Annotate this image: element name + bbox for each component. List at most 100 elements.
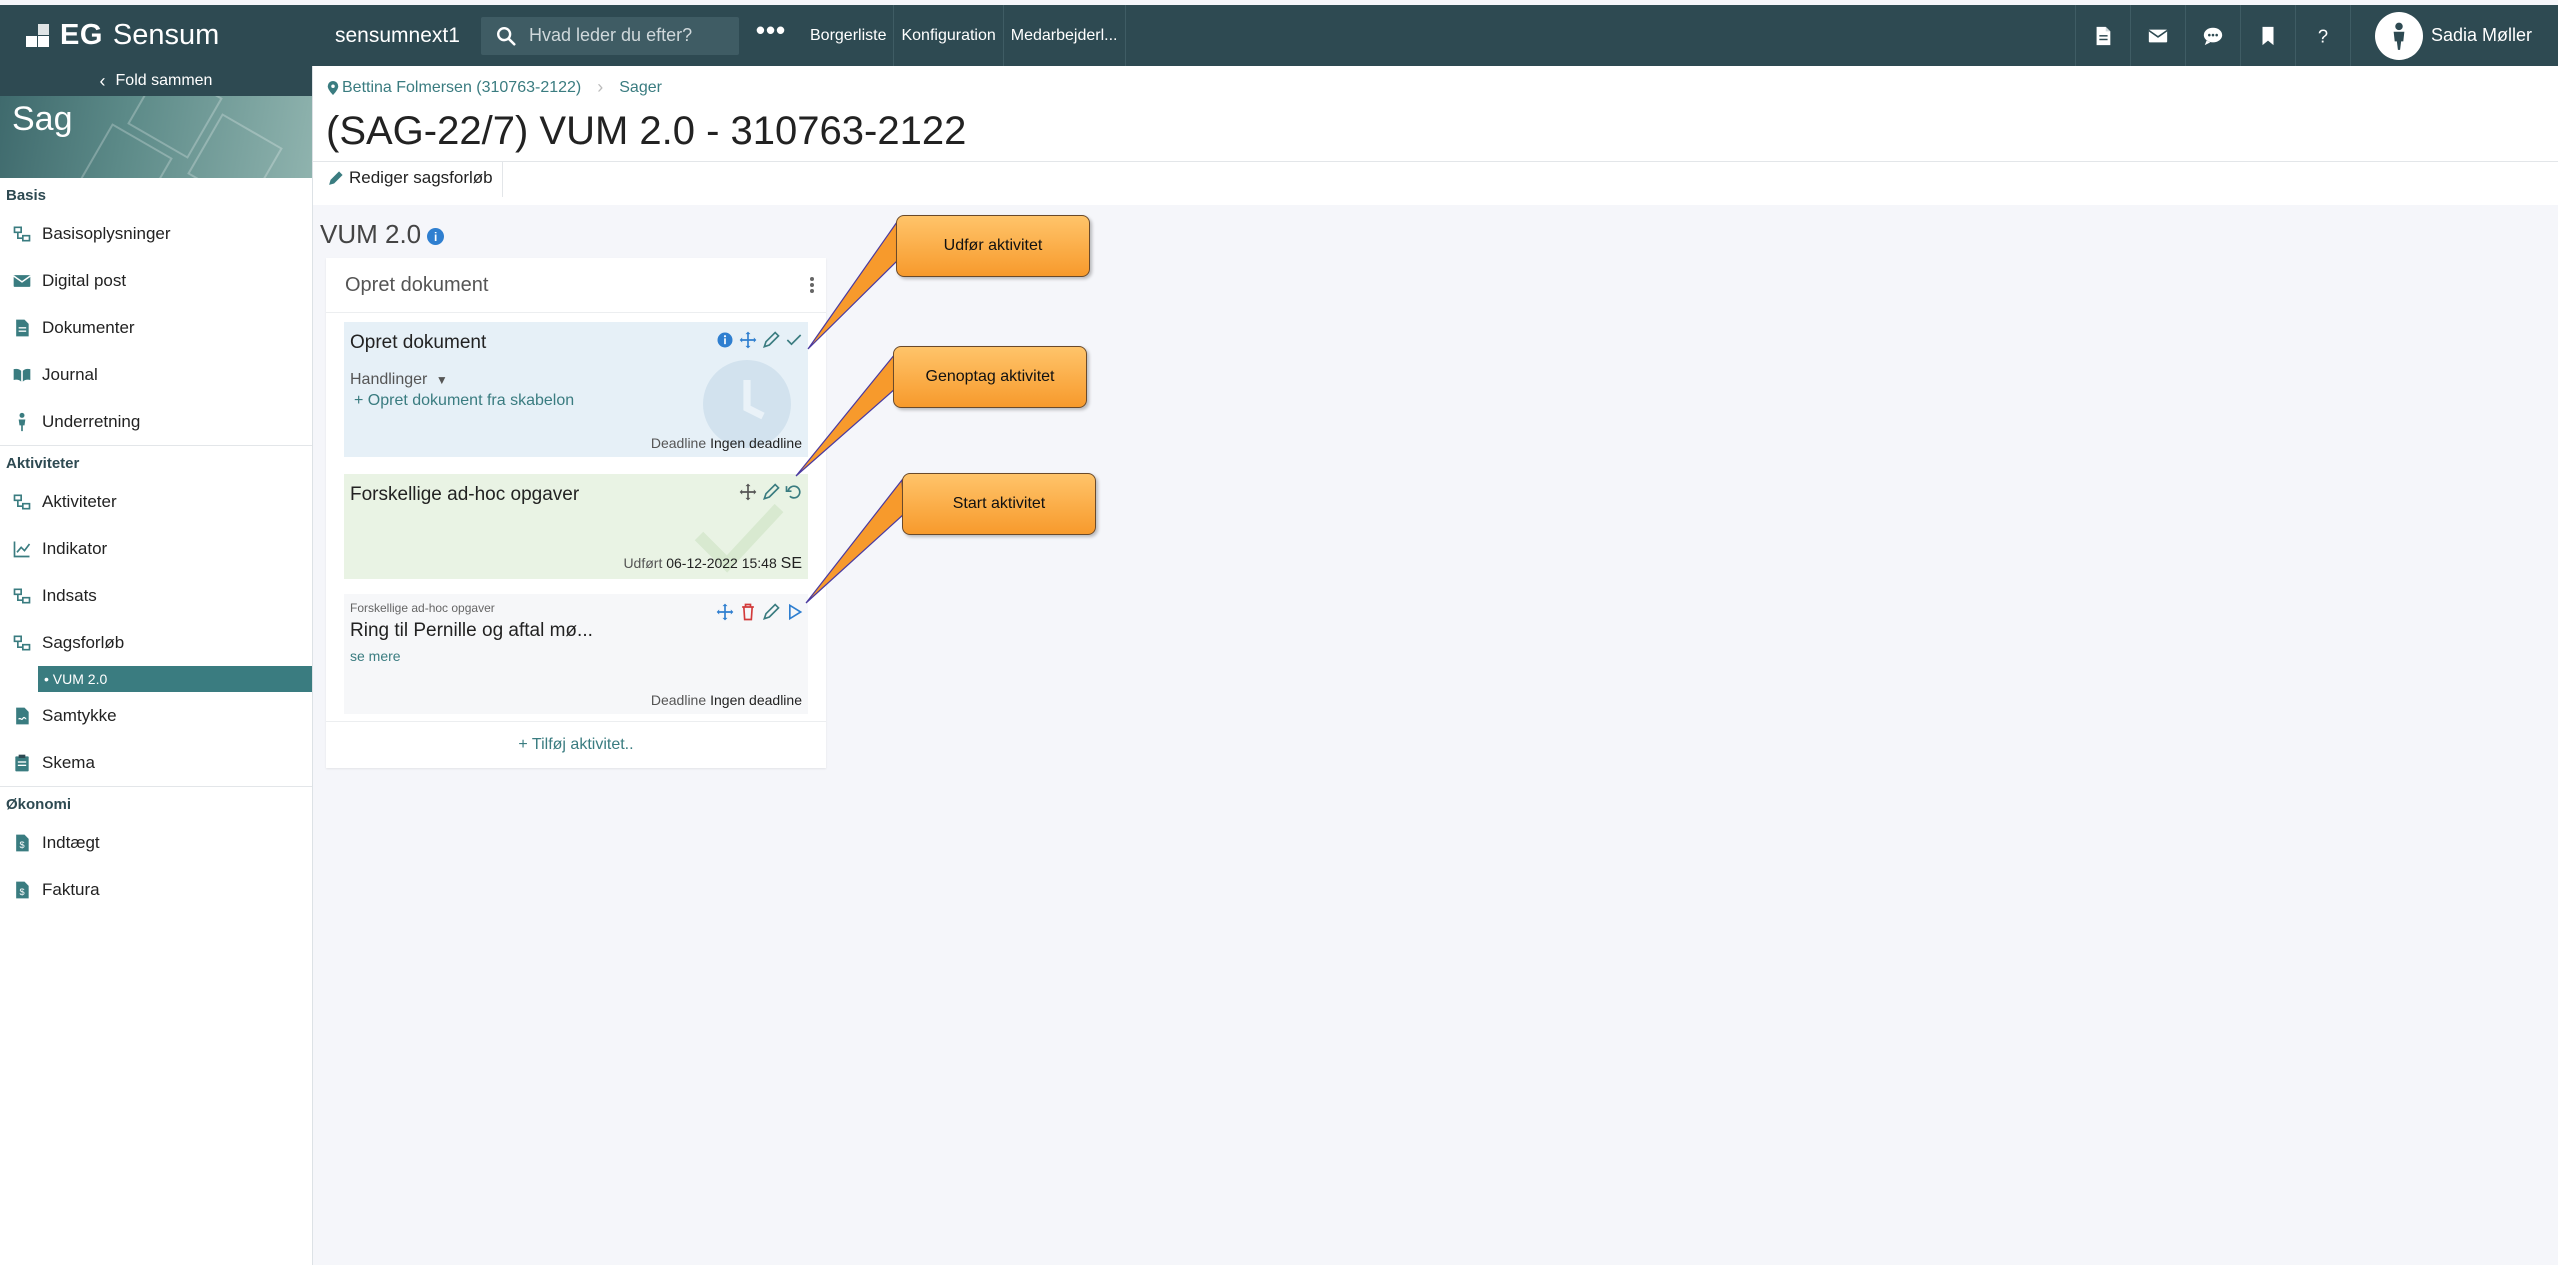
money-document-icon: $: [16, 881, 29, 898]
sidebar-item-aktiviteter[interactable]: Aktiviteter: [0, 478, 312, 525]
toolbar-divider: [502, 162, 503, 197]
bookmark-icon: [2262, 26, 2274, 45]
user-name: Sadia Møller: [2430, 25, 2532, 45]
edit-flow-button[interactable]: Rediger sagsforløb: [327, 168, 493, 188]
search-placeholder: Hvad leder du efter?: [529, 25, 693, 45]
tenant-name[interactable]: sensumnext1: [313, 24, 481, 48]
more-menu-button[interactable]: •••: [739, 15, 803, 46]
mail-button[interactable]: [2129, 5, 2185, 66]
completed-initials: SE: [780, 555, 802, 572]
breadcrumb-person[interactable]: Bettina Folmersen (310763-2122): [342, 79, 581, 97]
sidebar-item-label: Indsats: [42, 585, 97, 605]
mail-icon: [2148, 29, 2168, 42]
app-logo[interactable]: EG Sensum: [0, 5, 313, 66]
kebab-menu-icon[interactable]: [810, 275, 816, 295]
money-document-icon: $: [16, 834, 29, 851]
sidebar-item-indikator[interactable]: Indikator: [0, 525, 312, 572]
map-pin-icon: [327, 80, 339, 95]
document-icon: [2096, 26, 2111, 45]
tree-icon: [13, 226, 31, 241]
page-header: Bettina Folmersen (310763-2122) › Sager …: [313, 66, 2558, 205]
sidebar-item-dokumenter[interactable]: Dokumenter: [0, 304, 312, 351]
sidebar-hero: Sag: [0, 96, 312, 178]
main-content: Bettina Folmersen (310763-2122) › Sager …: [313, 66, 2558, 1265]
move-icon[interactable]: [738, 330, 758, 350]
sidebar: ‹ Fold sammen Sag Basis Basisoplysninger…: [0, 66, 313, 1265]
activity-card[interactable]: Forskellige ad-hoc opgaver Ring til Pern…: [344, 594, 808, 714]
breadcrumb: Bettina Folmersen (310763-2122) › Sager: [327, 77, 662, 98]
search-input[interactable]: Hvad leder du efter?: [481, 16, 739, 55]
deadline-label: Deadline: [650, 435, 707, 451]
completed-label: Udført: [623, 555, 663, 571]
help-button[interactable]: ?: [2294, 5, 2350, 66]
sidebar-item-label: Digital post: [42, 270, 127, 290]
card-subtitle: Forskellige ad-hoc opgaver: [350, 601, 495, 615]
nav-medarbejder[interactable]: Medarbejderl...: [1004, 5, 1126, 66]
sidebar-item-label: Samtykke: [42, 705, 117, 725]
completed-date: 06-12-2022 15:48: [666, 555, 777, 571]
completed-info: Udført 06-12-2022 15:48 SE: [623, 555, 802, 573]
sidebar-item-underretning[interactable]: Underretning: [0, 398, 312, 445]
see-more-link[interactable]: se mere: [350, 648, 401, 664]
section-basis: Basis: [6, 187, 47, 204]
move-icon[interactable]: [738, 482, 758, 502]
tree-icon: [13, 588, 31, 603]
sidebar-item-label: Underretning: [42, 411, 141, 431]
pencil-icon[interactable]: [761, 602, 781, 622]
logo-mark-icon: [26, 23, 50, 48]
clipboard-icon: [15, 754, 29, 771]
pencil-icon[interactable]: [761, 330, 781, 350]
sidebar-item-indsats[interactable]: Indsats: [0, 572, 312, 619]
page-title: (SAG-22/7) VUM 2.0 - 310763-2122: [326, 109, 967, 153]
activity-card[interactable]: Forskellige ad-hoc opgaver Udført 06-12-…: [344, 474, 808, 579]
section-aktiviteter: Aktiviteter: [6, 455, 80, 472]
line-chart-icon: [13, 541, 31, 557]
play-icon[interactable]: [784, 602, 804, 622]
help-icon: ?: [2318, 25, 2328, 46]
sidebar-item-label: Indtægt: [42, 832, 100, 852]
create-from-template-link[interactable]: + Opret dokument fra skabelon: [354, 392, 574, 410]
sidebar-item-faktura[interactable]: $ Faktura: [0, 866, 312, 913]
sidebar-item-label: Indikator: [42, 538, 108, 558]
sidebar-item-vum[interactable]: • VUM 2.0: [38, 666, 312, 692]
nav-borgerliste[interactable]: Borgerliste: [803, 5, 895, 66]
flow-title-text: VUM 2.0: [320, 219, 422, 249]
info-icon[interactable]: [715, 330, 735, 350]
card-actions: [735, 482, 804, 502]
user-menu[interactable]: Sadia Møller: [2349, 5, 2558, 66]
move-icon[interactable]: [715, 602, 735, 622]
flow-title: VUM 2.0 i: [320, 219, 445, 250]
actions-dropdown[interactable]: Handlinger ▼: [350, 371, 448, 389]
sidebar-item-label: Aktiviteter: [42, 491, 117, 511]
nav-konfiguration[interactable]: Konfiguration: [894, 5, 1004, 66]
pencil-icon[interactable]: [761, 482, 781, 502]
actions-label: Handlinger: [350, 371, 428, 388]
sidebar-item-journal[interactable]: Journal: [0, 351, 312, 398]
person-icon: [2393, 22, 2405, 50]
fold-sidebar-button[interactable]: ‹ Fold sammen: [0, 66, 312, 96]
sidebar-item-basisoplysninger[interactable]: Basisoplysninger: [0, 210, 312, 257]
bookmark-button[interactable]: [2239, 5, 2295, 66]
activity-card[interactable]: Opret dokument Handlinger ▼ + Opret doku…: [344, 322, 808, 457]
sidebar-item-skema[interactable]: Skema: [0, 739, 312, 786]
sidebar-item-indtaegt[interactable]: $ Indtægt: [0, 819, 312, 866]
sidebar-item-sagsforloeb[interactable]: Sagsforløb: [0, 619, 312, 666]
column-header: Opret dokument: [326, 258, 826, 313]
activity-column: Opret dokument Opret dokument Handlinger…: [326, 258, 826, 768]
mail-icon: [13, 274, 31, 287]
chat-button[interactable]: [2184, 5, 2240, 66]
sidebar-item-digital-post[interactable]: Digital post: [0, 257, 312, 304]
add-activity-button[interactable]: + Tilføj aktivitet..: [326, 721, 826, 768]
sidebar-item-label: Sagsforløb: [42, 632, 125, 652]
top-bar: EG Sensum sensumnext1 Hvad leder du efte…: [0, 5, 2558, 66]
breadcrumb-section[interactable]: Sager: [619, 79, 662, 97]
trash-icon[interactable]: [738, 602, 758, 622]
fold-label: Fold sammen: [115, 72, 213, 89]
info-icon[interactable]: i: [427, 228, 445, 245]
sidebar-item-samtykke[interactable]: Samtykke: [0, 692, 312, 739]
document-icon: [16, 319, 29, 336]
document-button[interactable]: [2074, 5, 2130, 66]
card-actions: [712, 330, 804, 350]
check-icon[interactable]: [784, 330, 804, 350]
undo-icon[interactable]: [784, 482, 804, 502]
